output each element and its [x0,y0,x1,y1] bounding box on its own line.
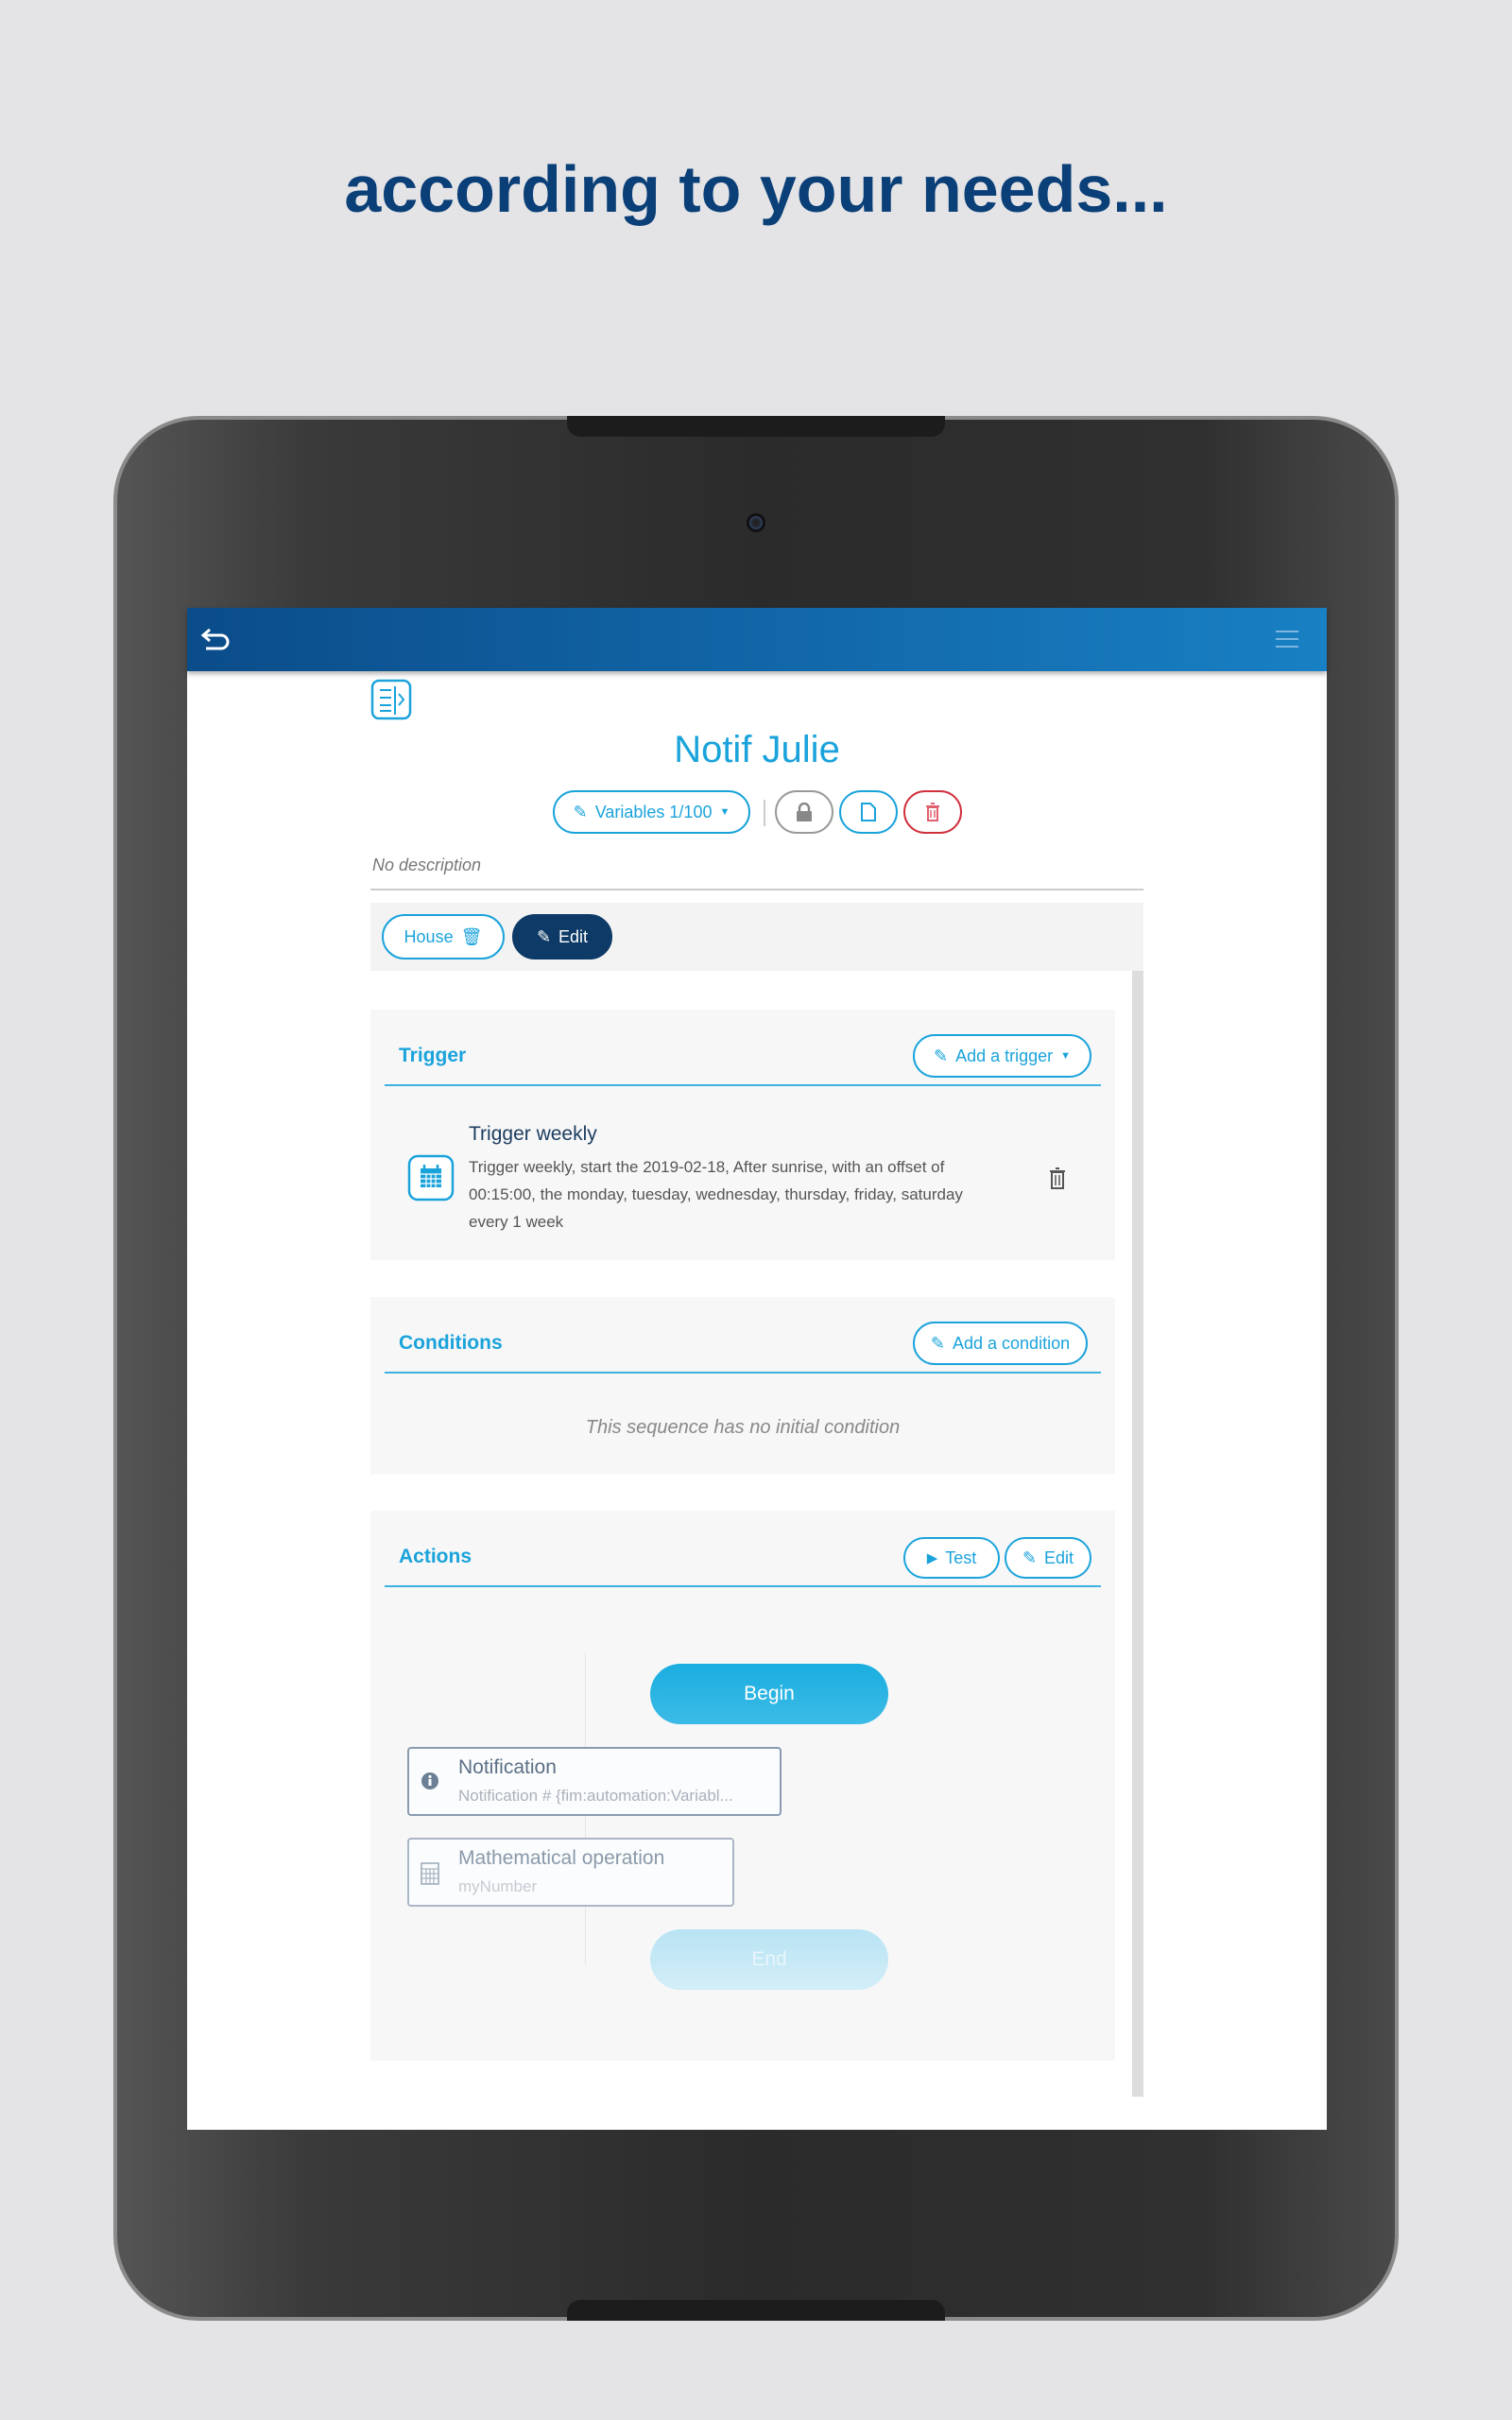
back-icon[interactable] [200,627,231,653]
trigger-heading: Trigger [399,1045,467,1066]
headline: according to your needs... [344,152,1168,226]
trash-icon [926,803,939,821]
trash-icon[interactable]: 🗑 [461,927,483,947]
delete-button[interactable] [903,790,962,834]
scrollbar[interactable] [1132,971,1143,2097]
top-bar [187,608,1327,671]
duplicate-button[interactable] [839,790,898,834]
flow-node-math[interactable]: Mathematical operation myNumber [407,1838,734,1907]
pencil-icon: ✎ [536,926,552,946]
play-icon: ▶ [926,1550,938,1566]
divider [370,889,1143,890]
actions-card: Actions ▶ Test ✎ Edit Begin Notification N… [370,1511,1115,2061]
conditions-card: Conditions ✎ Add a condition This sequenc… [370,1297,1115,1475]
calculator-icon [421,1862,439,1885]
camera [747,513,765,532]
divider [385,1372,1101,1374]
trigger-card: Trigger ✎ Add a trigger ▼ Trigger weekly T… [370,1010,1115,1260]
trigger-item-title: Trigger weekly [469,1123,597,1145]
flow-end[interactable]: End [650,1929,888,1990]
test-button[interactable]: ▶ Test [903,1537,1000,1579]
sidebar-toggle-icon[interactable] [370,679,412,720]
info-icon [421,1772,438,1789]
add-trigger-button[interactable]: ✎ Add a trigger ▼ [913,1034,1091,1078]
divider [385,1084,1101,1086]
pencil-icon: ✎ [933,1046,949,1065]
flow-node-notification[interactable]: Notification Notification # {fim:automat… [407,1747,782,1816]
add-condition-button[interactable]: ✎ Add a condition [913,1322,1088,1365]
tablet-bottom-notch [567,2300,945,2321]
actions-heading: Actions [399,1546,472,1567]
pencil-icon: ✎ [1022,1547,1038,1567]
trigger-item-description: Trigger weekly, start the 2019-02-18, Af… [469,1158,963,1231]
tablet-top-notch [567,416,945,437]
variables-dropdown[interactable]: ✎ Variables 1/100 ▼ [553,790,750,834]
page-title: Notif Julie [674,729,840,770]
pencil-icon: ✎ [930,1333,945,1353]
app-screen: Notif Julie ✎ Variables 1/100 ▼ No descrip… [187,608,1327,2130]
tag-house[interactable]: House 🗑 [382,914,505,959]
divider [764,800,765,826]
lock-icon [797,803,812,821]
trash-icon[interactable] [1049,1167,1066,1189]
edit-actions-button[interactable]: ✎ Edit [1005,1537,1091,1579]
conditions-heading: Conditions [399,1332,503,1354]
lock-button[interactable] [775,790,833,834]
menu-icon[interactable] [1276,629,1298,649]
caret-down-icon: ▼ [1060,1050,1072,1062]
description: No description [372,856,482,874]
pencil-icon: ✎ [573,802,588,821]
document-icon [861,803,876,821]
edit-tags-button[interactable]: ✎ Edit [512,914,612,959]
flow-begin[interactable]: Begin [650,1664,888,1724]
caret-down-icon: ▼ [719,806,730,818]
divider [385,1585,1101,1587]
calendar-icon [407,1154,455,1201]
conditions-empty-message: This sequence has no initial condition [585,1417,901,1438]
